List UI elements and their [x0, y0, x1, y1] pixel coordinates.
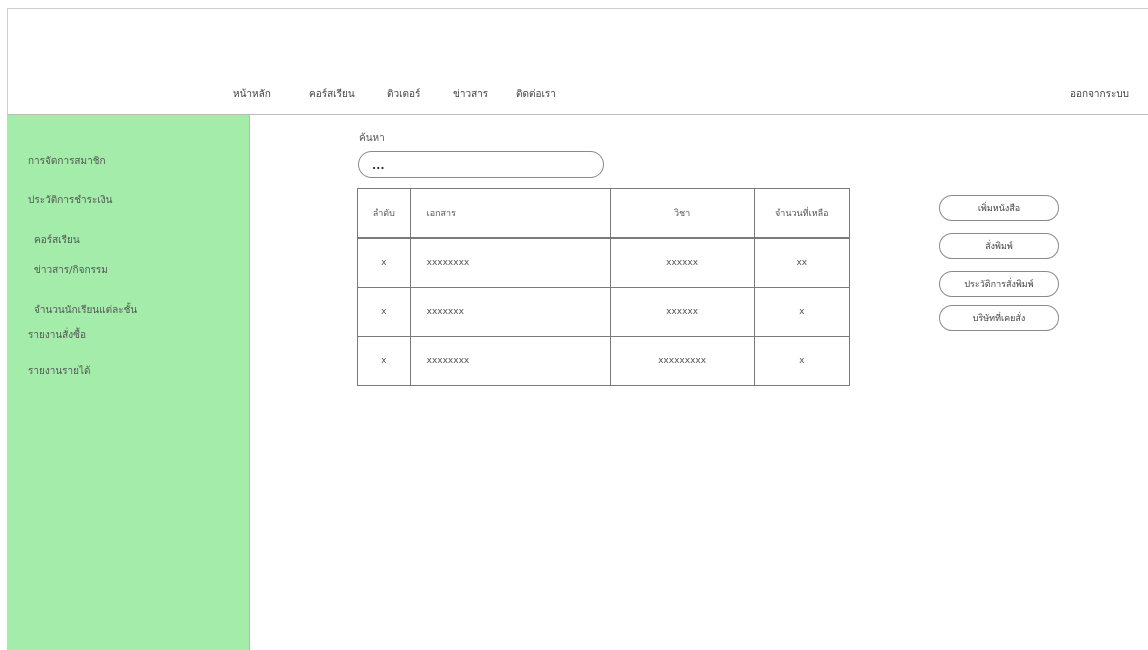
nav-home[interactable]: หน้าหลัก [233, 87, 271, 102]
nav-contact[interactable]: ติดต่อเรา [516, 87, 556, 102]
sidebar-item-income-report[interactable]: รายงานรายได้ [28, 364, 91, 379]
top-header [7, 8, 1148, 115]
books-table: ลำดับ เอกสาร วิชา จำนวนที่เหลือ x xxxxxx… [357, 188, 851, 386]
nav-courses[interactable]: คอร์สเรียน [309, 87, 355, 102]
sidebar-item-payment-history[interactable]: ประวัติการชำระเงิน [28, 193, 113, 208]
print-history-button[interactable]: ประวัติการสั่งพิมพ์ [939, 271, 1059, 297]
order-print-button[interactable]: สั่งพิมพ์ [939, 233, 1059, 259]
cell-order: x [357, 287, 411, 337]
search-label: ค้นหา [359, 133, 385, 144]
cell-order: x [357, 336, 411, 386]
table-row[interactable]: x xxxxxxx xxxxxx x [357, 287, 851, 337]
logout-link[interactable]: ออกจากระบบ [1070, 87, 1129, 102]
sidebar-item-news-activities[interactable]: ข่าวสาร/กิจกรรม [34, 263, 108, 278]
previous-company-button[interactable]: บริษัทที่เคยสั่ง [939, 305, 1059, 331]
nav-news[interactable]: ข่าวสาร [453, 87, 488, 102]
sidebar-item-member-management[interactable]: การจัดการสมาชิก [28, 154, 106, 169]
search-input[interactable]: ... [358, 151, 604, 178]
column-header-subject: วิชา [609, 188, 755, 239]
table-row[interactable]: x xxxxxxxx xxxxxxxxx x [357, 336, 851, 386]
sidebar-item-students-per-grade[interactable]: จำนวนนักเรียนแต่ละชั้น [34, 303, 137, 318]
cell-remaining: x [753, 336, 851, 386]
table-row[interactable]: x xxxxxxxx xxxxxx xx [357, 237, 851, 288]
column-header-remaining: จำนวนที่เหลือ [753, 188, 851, 239]
cell-document: xxxxxxxx [409, 336, 611, 386]
cell-order: x [357, 237, 411, 288]
sidebar-item-order-report[interactable]: รายงานสั่งซื้อ [28, 328, 86, 343]
cell-subject: xxxxxxxxx [609, 336, 755, 386]
cell-subject: xxxxxx [609, 237, 755, 288]
cell-remaining: x [753, 287, 851, 337]
search-input-value: ... [372, 159, 385, 172]
nav-tutors[interactable]: ติวเตอร์ [387, 87, 420, 102]
table-header-row: ลำดับ เอกสาร วิชา จำนวนที่เหลือ [357, 188, 851, 239]
column-header-document: เอกสาร [409, 188, 611, 239]
sidebar-item-courses[interactable]: คอร์สเรียน [34, 233, 80, 248]
cell-document: xxxxxxxx [409, 237, 611, 288]
cell-document: xxxxxxx [409, 287, 611, 337]
add-book-button[interactable]: เพิ่มหนังสือ [939, 195, 1059, 221]
cell-subject: xxxxxx [609, 287, 755, 337]
sidebar: การจัดการสมาชิก ประวัติการชำระเงิน คอร์ส… [7, 115, 250, 650]
column-header-order: ลำดับ [357, 188, 411, 239]
cell-remaining: xx [753, 237, 851, 288]
